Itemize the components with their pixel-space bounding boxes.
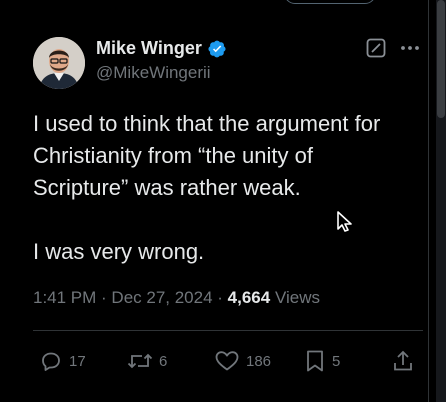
tweet-paragraph: I was very wrong. — [33, 239, 205, 264]
avatar[interactable] — [33, 37, 85, 89]
column-border — [428, 0, 429, 402]
more-icon[interactable] — [400, 40, 420, 56]
mouse-cursor-icon — [337, 211, 352, 232]
reply-icon — [42, 352, 60, 371]
share-button[interactable] — [392, 349, 414, 373]
reply-count: 17 — [69, 352, 86, 370]
tweet-date[interactable]: Dec 27, 2024 — [111, 288, 212, 307]
like-icon — [215, 351, 239, 371]
meta-separator: · — [212, 288, 228, 307]
divider — [33, 330, 423, 331]
tweet-text: I used to think that the argument for Ch… — [33, 108, 413, 268]
grok-icon[interactable] — [366, 38, 386, 58]
bookmark-icon — [307, 350, 323, 372]
repost-icon — [127, 353, 153, 369]
share-icon — [394, 350, 412, 371]
avatar-image — [33, 37, 85, 89]
reply-button[interactable]: 17 — [39, 349, 86, 373]
repost-count: 6 — [159, 352, 168, 370]
repost-button[interactable]: 6 — [127, 349, 167, 373]
tweet-time[interactable]: 1:41 PM — [33, 288, 96, 307]
like-count: 186 — [246, 352, 272, 370]
bookmark-count: 5 — [332, 352, 341, 370]
bookmark-button[interactable]: 5 — [304, 349, 340, 373]
author-handle[interactable]: @MikeWingerii — [96, 63, 211, 83]
top-button-outline[interactable] — [284, 0, 376, 4]
tweet-meta: 1:41 PM · Dec 27, 2024 · 4,664 Views — [33, 288, 320, 308]
like-button[interactable]: 186 — [214, 349, 271, 373]
views-count: 4,664 — [227, 288, 271, 307]
verified-badge-icon — [208, 40, 226, 57]
tweet-paragraph: I used to think that the argument for Ch… — [33, 111, 381, 200]
author-name-row[interactable]: Mike Winger — [96, 38, 227, 59]
meta-separator: · — [96, 288, 112, 307]
author-display-name[interactable]: Mike Winger — [96, 38, 202, 59]
views-label: Views — [270, 288, 320, 307]
scrollbar-thumb[interactable] — [437, 0, 445, 118]
